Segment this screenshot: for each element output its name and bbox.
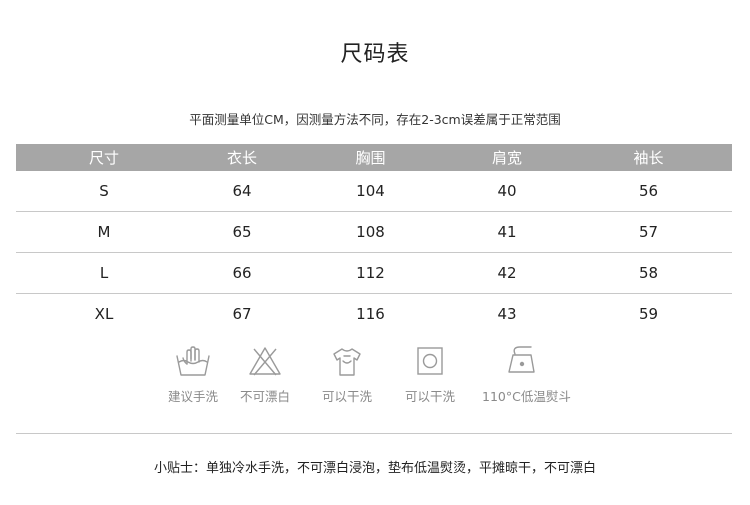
length-cell: 67 xyxy=(232,305,252,323)
sleeve-cell: 59 xyxy=(638,305,659,323)
care-tips: 小贴士：单独冷水手洗，不可漂白浸泡，垫布低温熨烫，平摊晾干，不可漂白 xyxy=(153,461,596,476)
tumble-dry-icon xyxy=(417,347,443,375)
care-instructions: 建议手洗 不可漂白 可以干洗 可以干洗 110°C低温熨斗 xyxy=(0,344,750,408)
table-row: S 64 104 40 56 xyxy=(16,171,732,212)
sleeve-cell: 58 xyxy=(638,264,659,282)
hang-dry-icon xyxy=(333,348,361,376)
care-label: 不可漂白 xyxy=(239,389,290,404)
hand-wash-icon xyxy=(176,346,210,376)
header-chest: 胸围 xyxy=(355,149,386,167)
table-row: M 65 108 41 57 xyxy=(16,212,732,253)
size-cell: L xyxy=(99,264,109,282)
header-sleeve: 袖长 xyxy=(633,149,664,167)
no-bleach-icon xyxy=(249,347,281,376)
shoulder-cell: 41 xyxy=(497,223,517,241)
chest-cell: 104 xyxy=(356,182,385,200)
care-label: 可以干洗 xyxy=(321,389,372,404)
care-item-hand-wash: 建议手洗 xyxy=(153,344,233,405)
care-label: 建议手洗 xyxy=(167,389,218,404)
table-header-row: 尺寸 衣长 胸围 肩宽 袖长 xyxy=(16,144,732,171)
length-cell: 64 xyxy=(232,182,252,200)
sleeve-cell: 57 xyxy=(638,223,659,241)
sleeve-cell: 56 xyxy=(638,182,659,200)
length-cell: 66 xyxy=(232,264,252,282)
care-label: 110°C低温熨斗 xyxy=(482,389,571,404)
chest-cell: 108 xyxy=(356,223,385,241)
iron-low-icon xyxy=(508,346,535,373)
divider xyxy=(16,433,732,434)
length-cell: 65 xyxy=(232,223,252,241)
size-cell: XL xyxy=(94,305,114,323)
size-cell: M xyxy=(97,223,111,241)
care-item-tumble-dry: 可以干洗 xyxy=(390,344,470,405)
care-item-iron-low: 110°C低温熨斗 xyxy=(482,344,571,405)
shoulder-cell: 43 xyxy=(497,305,517,323)
header-size: 尺寸 xyxy=(88,149,119,167)
chest-cell: 116 xyxy=(356,305,385,323)
chest-cell: 112 xyxy=(356,264,385,282)
table-row: L 66 112 42 58 xyxy=(16,253,732,294)
shoulder-cell: 40 xyxy=(497,182,517,200)
measurement-note: 平面测量单位CM，因测量方法不同，存在2-3cm误差属于正常范围 xyxy=(189,112,561,127)
care-item-no-bleach: 不可漂白 xyxy=(225,344,305,405)
care-label: 可以干洗 xyxy=(404,389,455,404)
table-row: XL 67 116 43 59 xyxy=(16,294,732,334)
header-length: 衣长 xyxy=(226,149,257,167)
shoulder-cell: 42 xyxy=(497,264,517,282)
page-title: 尺码表 xyxy=(340,42,410,67)
size-cell: S xyxy=(99,182,109,200)
size-table: 尺寸 衣长 胸围 肩宽 袖长 S 64 104 40 56 M 65 108 4… xyxy=(16,144,732,334)
header-shoulder: 肩宽 xyxy=(491,149,522,167)
care-item-hang-dry: 可以干洗 xyxy=(307,344,387,405)
